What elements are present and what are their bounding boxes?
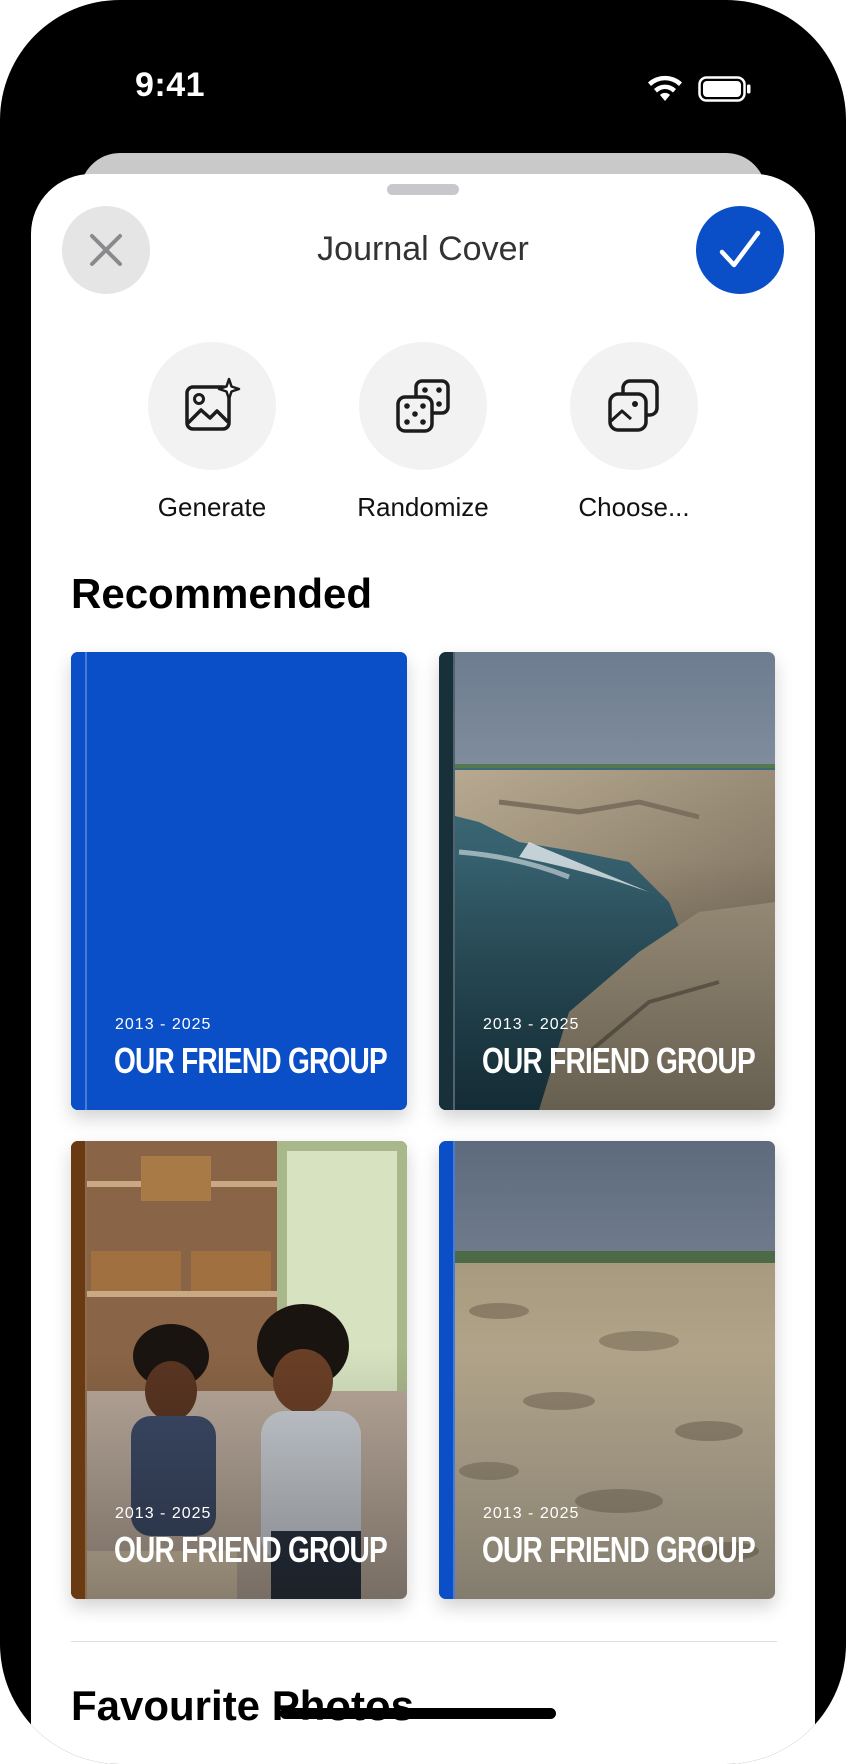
favourite-photos-heading: Favourite Photos — [71, 1682, 415, 1729]
generate-button[interactable] — [148, 342, 276, 470]
home-indicator — [280, 1708, 556, 1719]
cover-years: 2013 - 2025 — [483, 1016, 580, 1033]
randomize-label: Randomize — [357, 492, 489, 522]
cover-spine — [71, 1141, 87, 1599]
cover-spine — [439, 652, 455, 1110]
choose-label: Choose... — [578, 492, 690, 522]
phone-frame: 9:41 Journal Cover Generate Randomize Ch… — [0, 0, 846, 1764]
cover-option-rocky-coast[interactable]: 2013 - 2025 OUR FRIEND GROUP — [439, 652, 775, 1110]
randomize-action[interactable]: Randomize — [333, 342, 513, 523]
confirm-button[interactable] — [696, 206, 784, 294]
cover-spine — [439, 1141, 455, 1599]
cover-title: OUR FRIEND GROUP — [482, 1529, 756, 1570]
cover-years: 2013 - 2025 — [115, 1016, 212, 1033]
choose-action[interactable]: Choose... — [544, 342, 724, 523]
status-bar: 9:41 — [0, 0, 846, 160]
recommended-heading: Recommended — [71, 570, 373, 617]
cover-option-kitchen[interactable]: 2013 - 2025 OUR FRIEND GROUP — [71, 1141, 407, 1599]
battery-icon — [698, 76, 751, 102]
status-time: 9:41 — [135, 66, 206, 104]
cover-spine — [71, 652, 87, 1110]
generate-action[interactable]: Generate — [122, 342, 302, 523]
cover-years: 2013 - 2025 — [483, 1505, 580, 1522]
dice-icon — [396, 379, 450, 433]
sheet-grabber[interactable] — [387, 184, 459, 195]
section-divider — [71, 1641, 777, 1642]
cover-title: OUR FRIEND GROUP — [114, 1529, 388, 1570]
choose-button[interactable] — [570, 342, 698, 470]
cover-title: OUR FRIEND GROUP — [114, 1040, 388, 1081]
randomize-button[interactable] — [359, 342, 487, 470]
cover-option-blue[interactable]: 2013 - 2025 OUR FRIEND GROUP — [71, 652, 407, 1110]
generate-label: Generate — [157, 492, 267, 522]
wifi-icon — [648, 75, 682, 101]
cover-years: 2013 - 2025 — [115, 1505, 212, 1522]
checkmark-icon — [719, 230, 761, 268]
journal-cover-sheet: Journal Cover Generate Randomize Choose.… — [31, 174, 815, 1764]
sparkle-image-icon — [185, 377, 241, 431]
cover-option-limestone[interactable]: 2013 - 2025 OUR FRIEND GROUP — [439, 1141, 775, 1599]
cover-title: OUR FRIEND GROUP — [482, 1040, 756, 1081]
photo-stack-icon — [608, 379, 659, 432]
